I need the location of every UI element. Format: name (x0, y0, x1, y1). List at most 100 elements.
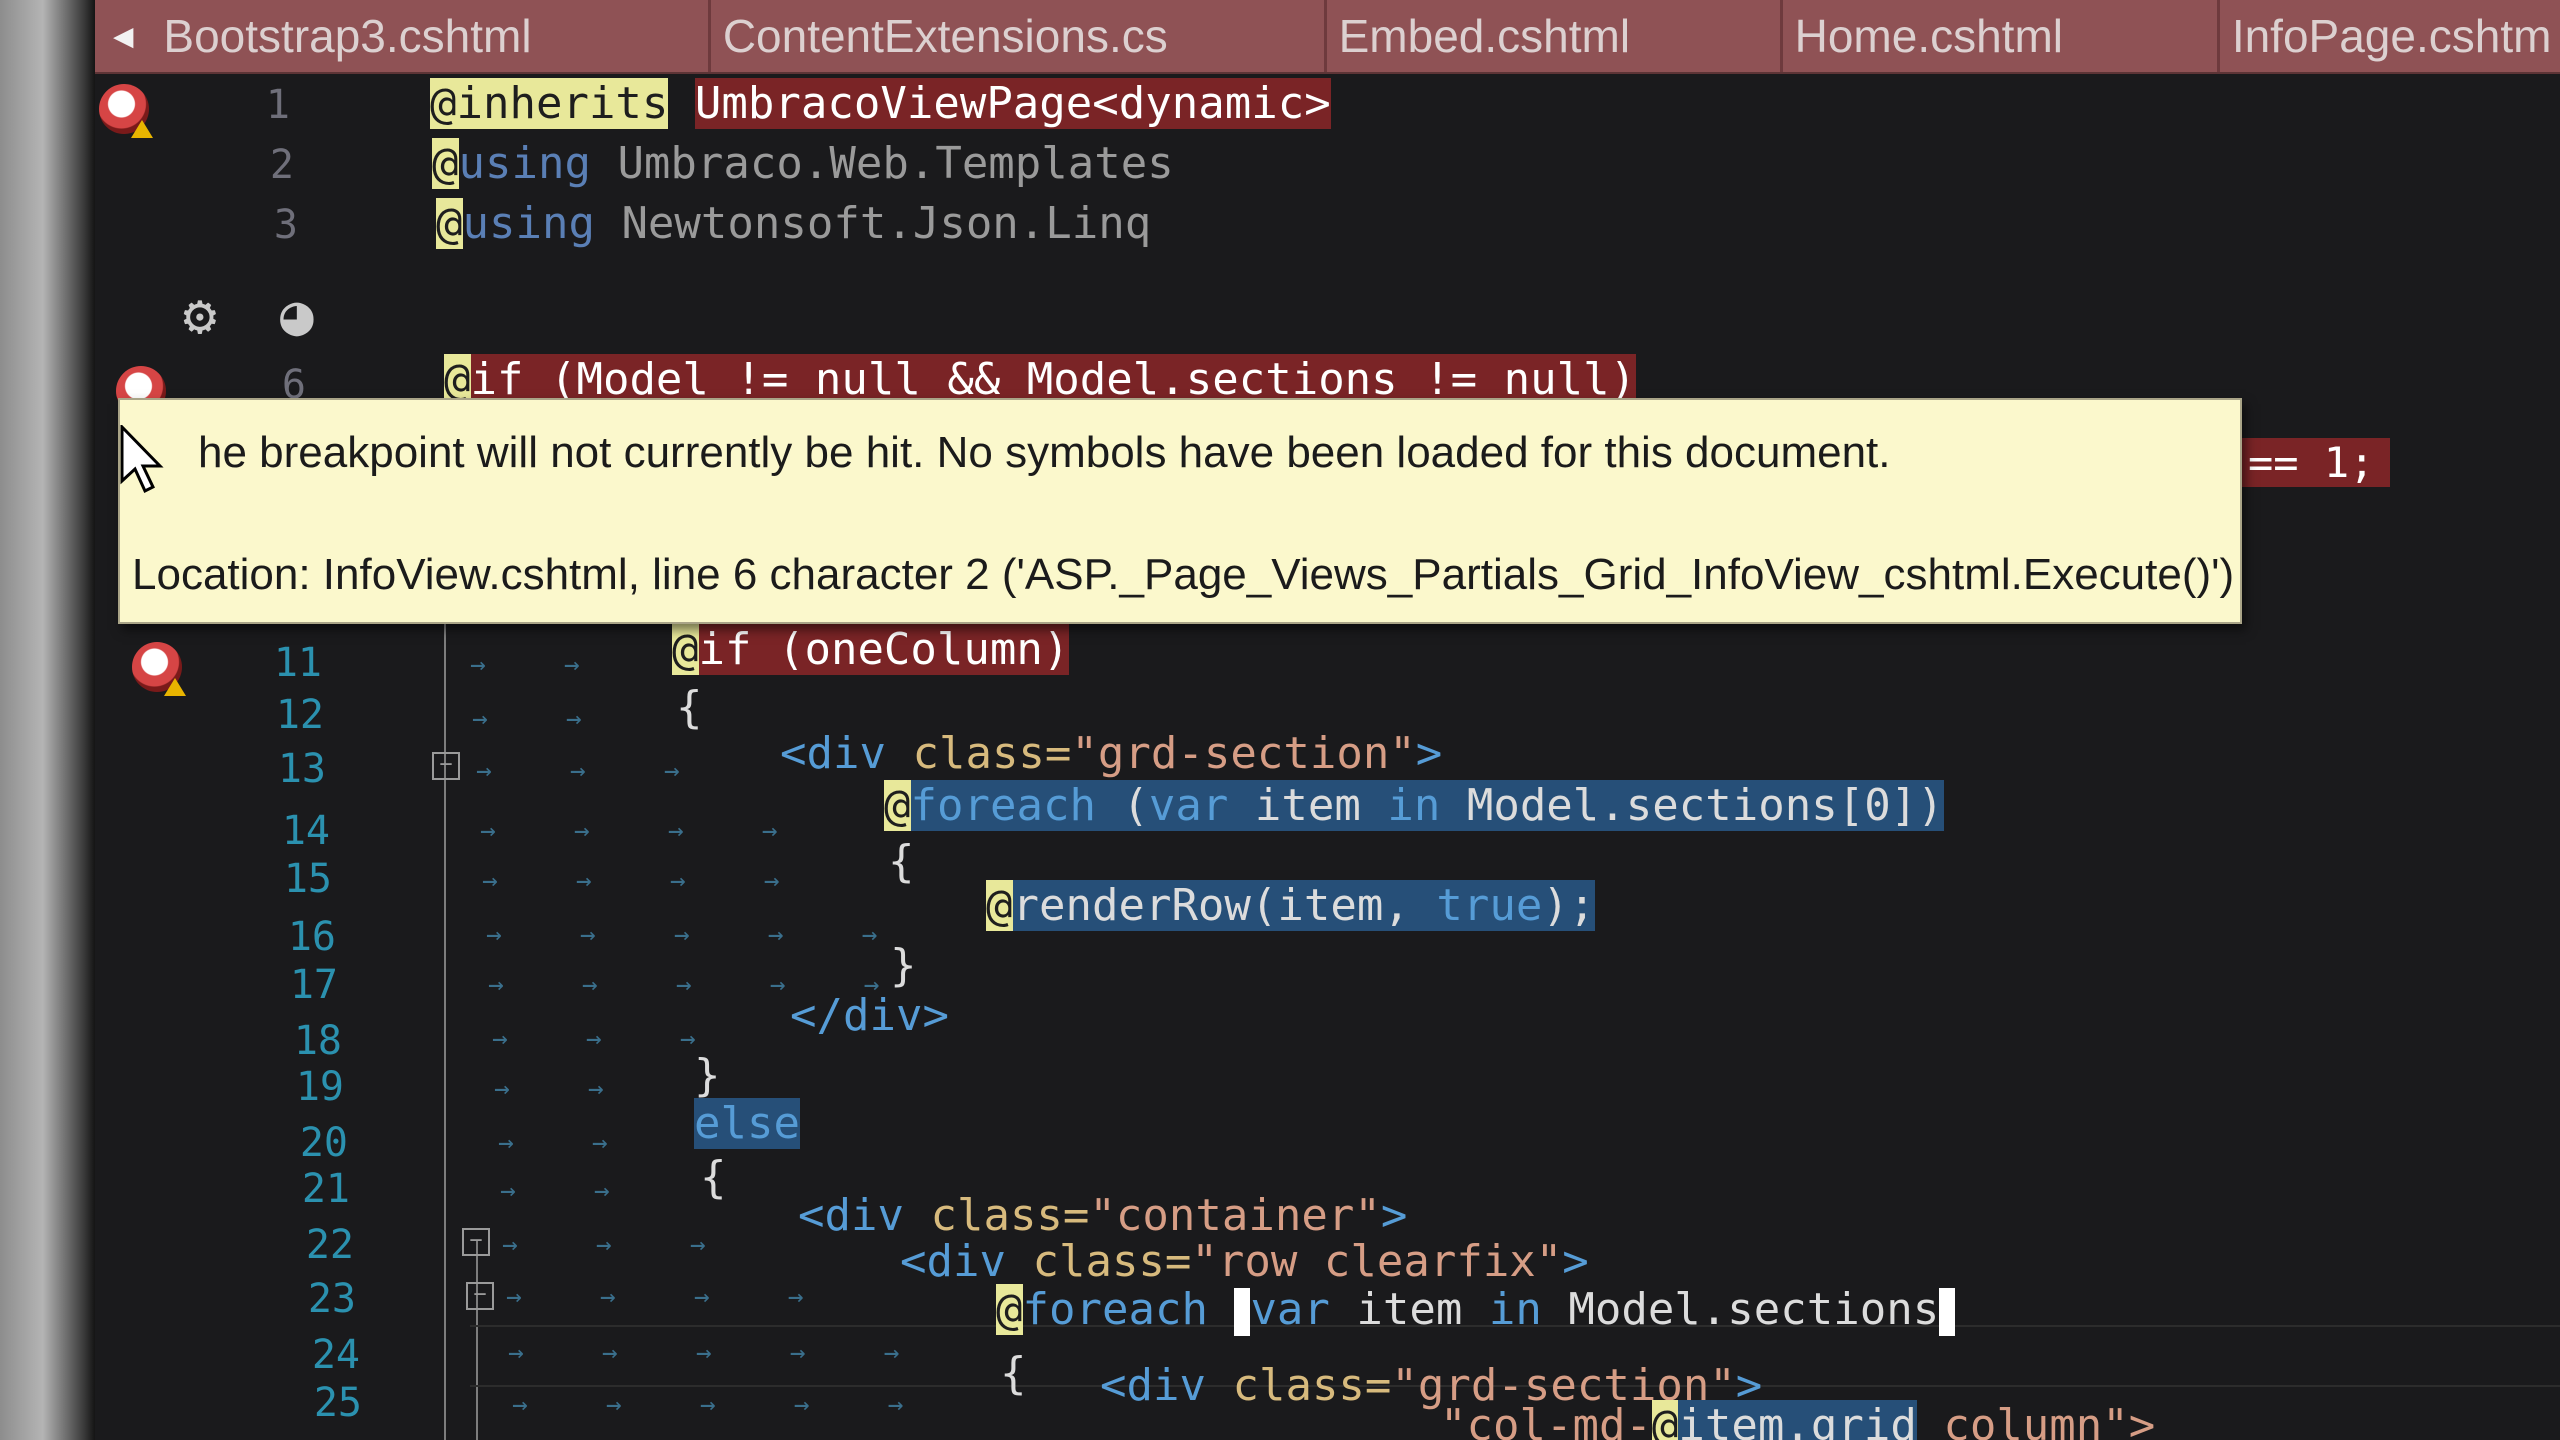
code-line-18[interactable]: </div> (790, 990, 949, 1041)
gear-icon[interactable]: ⚙ (183, 283, 217, 348)
razor-at: @ (432, 138, 459, 189)
code-line-17[interactable]: } (890, 940, 917, 991)
line-number: 17 (289, 962, 338, 1008)
line-number: 14 (281, 808, 330, 854)
tab-whitespace-icon: → → → → → (486, 920, 878, 950)
breakpoint-tooltip: he breakpoint will not currently be hit.… (118, 398, 2242, 624)
code-text: UmbracoViewPage<dynamic> (694, 78, 1331, 129)
code-line-20[interactable]: else (694, 1098, 800, 1149)
keyword: in (1488, 1284, 1542, 1335)
razor-at: @ (996, 1284, 1023, 1335)
html-tag: div (824, 1190, 904, 1241)
code-text: < (780, 728, 807, 779)
warning-triangle-icon (131, 120, 153, 138)
keyword: var (1250, 1284, 1330, 1335)
tab-label: ContentExtensions.cs (722, 10, 1168, 62)
string-literal: "container" (1089, 1190, 1381, 1241)
collapse-icon[interactable]: − (462, 1228, 490, 1256)
tab-infopage[interactable]: InfoPage.cshtm (2220, 0, 2560, 72)
tooltip-message: he breakpoint will not currently be hit.… (198, 428, 1891, 477)
line-number: 20 (299, 1120, 348, 1166)
tab-whitespace-icon: → → → → → (512, 1390, 904, 1420)
code-editor-window: ◀ Bootstrap3.cshtml ContentExtensions.cs… (0, 0, 2560, 1440)
code-line-1[interactable]: @inherits UmbracoViewPage<dynamic> (430, 78, 1331, 129)
tab-whitespace-icon: → → → (492, 1024, 696, 1054)
string-literal: "col-md- (1440, 1400, 1652, 1440)
collapse-icon[interactable]: − (432, 752, 460, 780)
code-text: Model.sections (1541, 1284, 1940, 1335)
line-number: 1 (265, 82, 290, 128)
keyword: else (694, 1098, 800, 1149)
line-number: 22 (305, 1222, 354, 1268)
html-attribute: class= (1005, 1236, 1192, 1287)
tab-whitespace-icon: → → → → (506, 1282, 804, 1312)
keyword: using (462, 198, 595, 249)
html-attribute: class= (1205, 1360, 1392, 1411)
code-line-11[interactable]: @if (oneColumn) (672, 624, 1070, 675)
line-number: 15 (283, 856, 332, 902)
tab-label: InfoPage.cshtm (2231, 10, 2552, 62)
code-line-22[interactable]: <div class="container"> (798, 1190, 1407, 1241)
tab-whitespace-icon: → → → → (480, 816, 778, 846)
breakpoint-warning-icon[interactable] (99, 84, 153, 138)
text-caret (1939, 1288, 1956, 1336)
code-line-12[interactable]: { (676, 682, 703, 733)
razor-at: @ (1651, 1400, 1679, 1440)
keyword: var (1148, 780, 1229, 831)
tab-home[interactable]: Home.cshtml (1783, 0, 2220, 72)
code-line-27[interactable]: "col-md-@item.grid column"> (1440, 1400, 2155, 1440)
line-number: 16 (287, 914, 336, 960)
code-line-15[interactable]: { (888, 836, 915, 887)
html-tag: div (1126, 1360, 1206, 1411)
tab-whitespace-icon: → → (472, 704, 582, 734)
code-line-25[interactable]: { (1000, 1348, 1027, 1399)
code-line-14[interactable]: @foreach (var item in Model.sections[0]) (884, 780, 1944, 831)
keyword: foreach (1022, 1284, 1208, 1335)
mouse-pointer-icon (120, 425, 164, 494)
lightbulb-icon[interactable]: ◕ (280, 283, 314, 348)
breakpoint-warning-icon[interactable] (132, 642, 186, 696)
code-text: Newtonsoft.Json.Linq (594, 198, 1152, 249)
code-text: item (1329, 1284, 1489, 1335)
tab-content-extensions[interactable]: ContentExtensions.cs (711, 0, 1327, 72)
line-number: 3 (273, 202, 298, 248)
tab-bootstrap3[interactable]: Bootstrap3.cshtml (151, 0, 711, 72)
line-number: 11 (273, 640, 322, 686)
tab-embed[interactable]: Embed.cshtml (1327, 0, 1783, 72)
tab-whitespace-icon: → → → (476, 756, 680, 786)
line-number: 18 (293, 1018, 342, 1064)
keyword: foreach (910, 780, 1096, 831)
code-text: renderRow(item, (1012, 880, 1437, 931)
code-line-21[interactable]: { (700, 1152, 727, 1203)
collapse-icon[interactable]: − (466, 1282, 494, 1310)
tab-label: Home.cshtml (1794, 10, 2063, 62)
code-line-24[interactable]: @foreach var item in Model.sections (996, 1284, 1956, 1336)
tab-label: Bootstrap3.cshtml (163, 10, 532, 62)
keyword: true (1436, 880, 1543, 931)
line-number: 25 (313, 1380, 362, 1426)
razor-at: @ (672, 624, 699, 675)
scroll-left-icon[interactable]: ◀ (95, 0, 151, 72)
code-line-13[interactable]: <div class="grd-section"> (780, 728, 1442, 779)
code-line-tail: == 1; (2232, 438, 2391, 487)
code-line-19[interactable]: } (694, 1050, 721, 1101)
razor-directive: @inherits (430, 78, 669, 129)
code-line-3[interactable]: @using Newtonsoft.Json.Linq (436, 198, 1151, 249)
outline-guide (444, 620, 446, 1440)
code-text: ); (1542, 880, 1596, 931)
code-text: if (oneColumn) (698, 624, 1070, 675)
tab-whitespace-icon: → → → → (482, 866, 780, 896)
razor-at: @ (436, 198, 463, 249)
code-line-23[interactable]: <div class="row clearfix"> (900, 1236, 1589, 1287)
line-number: 19 (295, 1064, 344, 1110)
html-tag: div (926, 1236, 1006, 1287)
code-text: Umbraco.Web.Templates (590, 138, 1174, 189)
tab-label: Embed.cshtml (1338, 10, 1631, 62)
tab-whitespace-icon: → → (470, 650, 580, 680)
document-tab-bar: ◀ Bootstrap3.cshtml ContentExtensions.cs… (95, 0, 2560, 72)
code-line-16[interactable]: @renderRow(item, true); (986, 880, 1596, 931)
tab-whitespace-icon: → → (500, 1176, 610, 1206)
line-number: 21 (301, 1166, 350, 1212)
code-line-2[interactable]: @using Umbraco.Web.Templates (432, 138, 1174, 189)
line-number: 23 (307, 1276, 356, 1322)
